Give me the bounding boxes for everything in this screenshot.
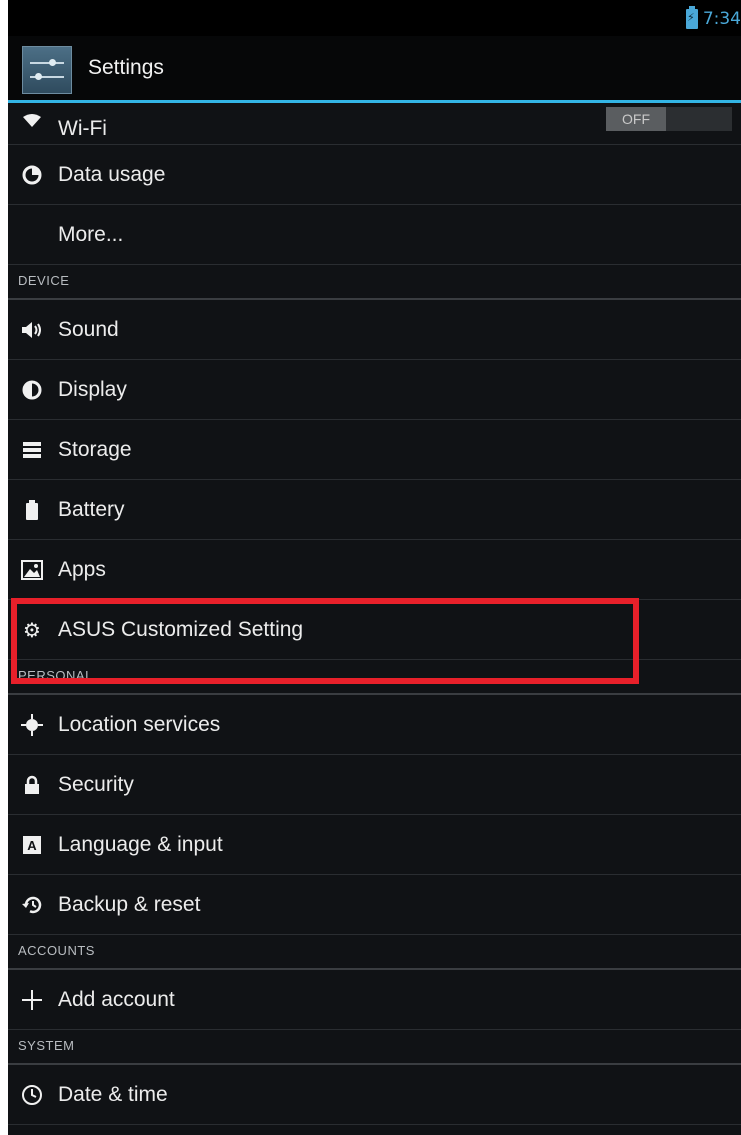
settings-item-label: More...: [58, 222, 124, 246]
settings-item-label: Security: [58, 772, 134, 796]
lock-icon: [20, 773, 44, 797]
settings-item-location-services[interactable]: Location services: [8, 695, 741, 755]
settings-item-label: Sound: [58, 317, 119, 341]
section-header-label: SYSTEM: [18, 1038, 75, 1053]
settings-item-data-usage[interactable]: Data usage: [8, 145, 741, 205]
section-header-system: SYSTEM: [8, 1030, 741, 1065]
display-icon: [20, 378, 44, 402]
settings-item-label: Wi-Fi: [58, 117, 107, 140]
settings-item-battery[interactable]: Battery: [8, 480, 741, 540]
section-header-device: DEVICE: [8, 265, 741, 300]
settings-item-sound[interactable]: Sound: [8, 300, 741, 360]
settings-item-label: Backup & reset: [58, 892, 201, 916]
plus-icon: [20, 988, 44, 1012]
settings-item-label: Display: [58, 377, 127, 401]
settings-item-more[interactable]: More...: [8, 205, 741, 265]
settings-item-language-input[interactable]: A Language & input: [8, 815, 741, 875]
data-usage-icon: [20, 163, 44, 187]
language-icon: A: [20, 833, 44, 857]
settings-item-label: Storage: [58, 437, 132, 461]
location-icon: [20, 713, 44, 737]
action-bar: Settings: [8, 36, 741, 100]
apps-icon: [20, 558, 44, 582]
wifi-toggle[interactable]: OFF: [606, 107, 732, 131]
settings-item-display[interactable]: Display: [8, 360, 741, 420]
settings-item-label: Date & time: [58, 1082, 168, 1106]
battery-charging-icon: [686, 6, 698, 29]
svg-text:A: A: [27, 838, 37, 853]
settings-screen: 7:34 Settings Wi-Fi OFF Data usage: [8, 0, 741, 1135]
backup-icon: [20, 893, 44, 917]
settings-item-label: Apps: [58, 557, 106, 581]
settings-item-backup-reset[interactable]: Backup & reset: [8, 875, 741, 935]
wifi-icon: [20, 109, 44, 133]
section-header-label: ACCOUNTS: [18, 943, 95, 958]
settings-item-apps[interactable]: Apps: [8, 540, 741, 600]
settings-item-label: Add account: [58, 987, 175, 1011]
settings-item-date-time[interactable]: Date & time: [8, 1065, 741, 1125]
clock-icon: [20, 1083, 44, 1107]
battery-icon: [20, 498, 44, 522]
settings-item-label: Battery: [58, 497, 125, 521]
section-header-label: DEVICE: [18, 273, 70, 288]
sound-icon: [20, 318, 44, 342]
app-title: Settings: [88, 56, 164, 79]
highlight-annotation-box: [11, 598, 639, 684]
settings-item-storage[interactable]: Storage: [8, 420, 741, 480]
settings-item-label: Language & input: [58, 832, 223, 856]
settings-item-wifi[interactable]: Wi-Fi OFF: [8, 103, 741, 145]
settings-item-label: Location services: [58, 712, 221, 736]
settings-item-label: Data usage: [58, 162, 166, 186]
status-time: 7:34: [702, 9, 741, 29]
wifi-toggle-state: OFF: [606, 107, 666, 131]
section-header-accounts: ACCOUNTS: [8, 935, 741, 970]
storage-icon: [20, 438, 44, 462]
status-bar: 7:34: [8, 0, 741, 36]
settings-item-add-account[interactable]: Add account: [8, 970, 741, 1030]
settings-app-icon[interactable]: [22, 46, 72, 94]
settings-item-security[interactable]: Security: [8, 755, 741, 815]
